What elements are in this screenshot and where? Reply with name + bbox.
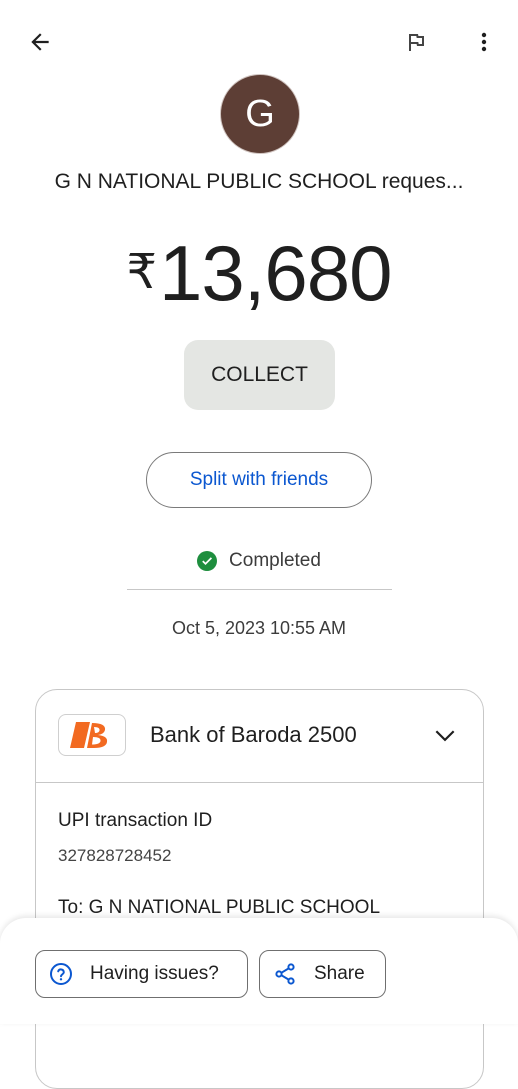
bank-card-header[interactable]: Bank of Baroda 2500 — [36, 690, 483, 783]
having-issues-label: Having issues? — [90, 963, 219, 984]
bottom-action-bar: Having issues? Share — [0, 918, 518, 1024]
status-row: Completed — [0, 550, 518, 572]
upi-transaction-id: 327828728452 — [58, 846, 172, 865]
flag-icon — [409, 34, 424, 51]
avatar-letter: G — [245, 92, 275, 135]
bank-account-name: Bank of Baroda 2500 — [150, 722, 357, 747]
check-circle-icon — [197, 551, 218, 571]
payee-title: G N NATIONAL PUBLIC SCHOOL reques... — [54, 170, 464, 193]
collect-badge: COLLECT — [184, 340, 335, 410]
bank-card: Bank of Baroda 2500 UPI transaction ID 3… — [35, 689, 484, 1089]
more-options-button[interactable] — [466, 22, 502, 62]
split-with-friends-button[interactable]: Split with friends — [146, 452, 372, 508]
transaction-datetime: Oct 5, 2023 10:55 AM — [171, 618, 347, 638]
status-text: Completed — [229, 550, 321, 571]
chevron-down-icon[interactable] — [430, 720, 460, 750]
divider — [127, 589, 392, 590]
share-icon — [272, 961, 298, 987]
share-label: Share — [314, 963, 365, 984]
to-recipient: To: G N NATIONAL PUBLIC SCHOOL — [58, 897, 381, 918]
report-button[interactable] — [396, 22, 436, 62]
more-vert-icon — [481, 32, 487, 52]
upi-transaction-label: UPI transaction ID — [58, 810, 213, 831]
bank-of-baroda-logo-icon — [58, 714, 126, 756]
help-circle-icon — [48, 961, 74, 987]
amount: ₹ 13,680 — [0, 228, 518, 318]
arrow-back-icon — [31, 33, 49, 51]
amount-value: 13,680 — [158, 229, 393, 317]
currency-symbol: ₹ — [126, 246, 157, 299]
having-issues-button[interactable]: Having issues? — [35, 950, 248, 998]
payee-avatar: G — [220, 74, 300, 154]
back-button[interactable] — [20, 22, 60, 62]
share-button[interactable]: Share — [259, 950, 386, 998]
